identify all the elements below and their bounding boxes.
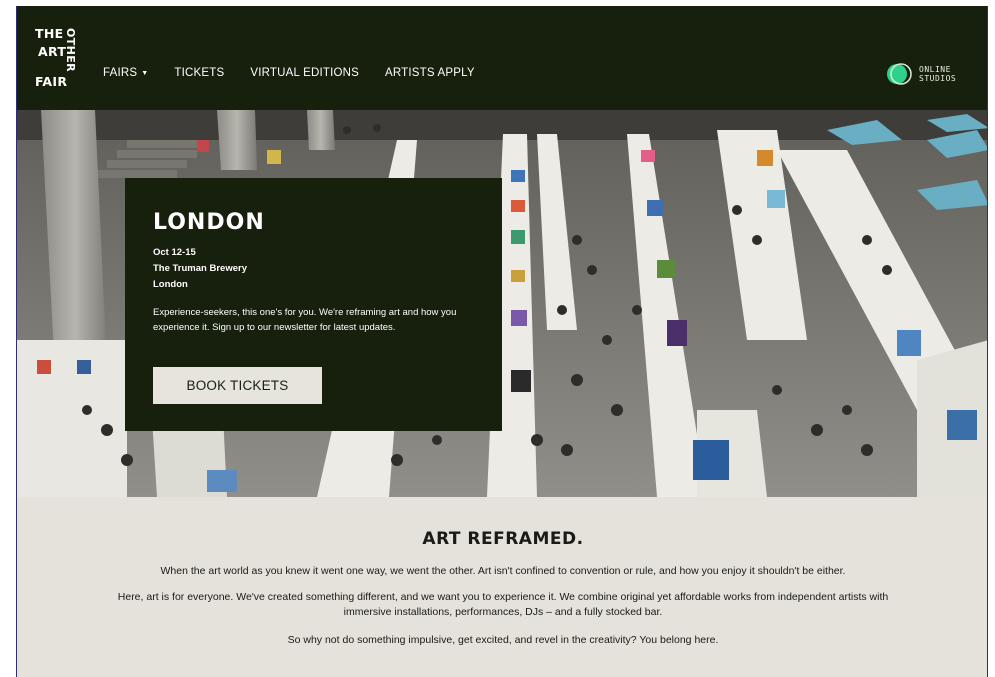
- page-frame: THE ART FAIR OTHER FAIRS ▼ TICKETS VIRTU…: [16, 6, 988, 677]
- about-title: ART REFRAMED.: [422, 529, 584, 549]
- online-studios-line1: ONLINE: [919, 65, 951, 74]
- online-studios-link[interactable]: ONLINE STUDIOS: [885, 62, 956, 86]
- event-venue: The Truman Brewery: [153, 263, 247, 274]
- event-card: LONDON Oct 12-15 The Truman Brewery Lond…: [125, 178, 502, 431]
- about-paragraph-3: So why not do something impulsive, get e…: [287, 634, 719, 646]
- about-paragraph-2: Here, art is for everyone. We've created…: [117, 591, 889, 618]
- nav-item-virtual-editions-label: VIRTUAL EDITIONS: [250, 67, 359, 79]
- book-tickets-button[interactable]: BOOK TICKETS: [153, 367, 322, 404]
- nav-item-tickets-label: TICKETS: [174, 67, 225, 79]
- site-logo[interactable]: THE ART FAIR OTHER: [35, 24, 87, 90]
- event-city-title: LONDON: [153, 210, 265, 235]
- logo-word-the: THE: [35, 26, 64, 41]
- nav-item-virtual-editions[interactable]: VIRTUAL EDITIONS: [250, 67, 359, 79]
- online-studios-line2: STUDIOS: [919, 74, 957, 83]
- logo-word-other: OTHER: [64, 28, 77, 73]
- online-studios-icon: [885, 62, 913, 86]
- nav-item-tickets[interactable]: TICKETS: [174, 67, 224, 79]
- main-menu: FAIRS ▼ TICKETS VIRTUAL EDITIONS ARTISTS…: [103, 67, 501, 79]
- hero-section: LONDON Oct 12-15 The Truman Brewery Lond…: [17, 110, 987, 497]
- nav-item-artists-apply[interactable]: ARTISTS APPLY: [385, 67, 475, 79]
- about-section: ART REFRAMED. When the art world as you …: [17, 497, 987, 677]
- event-description: Experience-seekers, this one's for you. …: [153, 307, 457, 333]
- nav-item-artists-apply-label: ARTISTS APPLY: [384, 67, 475, 79]
- nav-item-fairs[interactable]: FAIRS ▼: [103, 67, 148, 79]
- top-nav: THE ART FAIR OTHER FAIRS ▼ TICKETS VIRTU…: [17, 6, 987, 110]
- caret-down-icon: ▼: [141, 69, 149, 77]
- event-location: London: [153, 279, 188, 290]
- online-studios-text: ONLINE STUDIOS: [919, 65, 956, 83]
- logo-word-art: ART: [38, 44, 67, 59]
- nav-item-fairs-label: FAIRS: [103, 67, 138, 79]
- event-dates: Oct 12-15: [153, 247, 196, 258]
- about-paragraph-1: When the art world as you knew it went o…: [160, 565, 846, 577]
- logo-word-fair: FAIR: [35, 74, 68, 89]
